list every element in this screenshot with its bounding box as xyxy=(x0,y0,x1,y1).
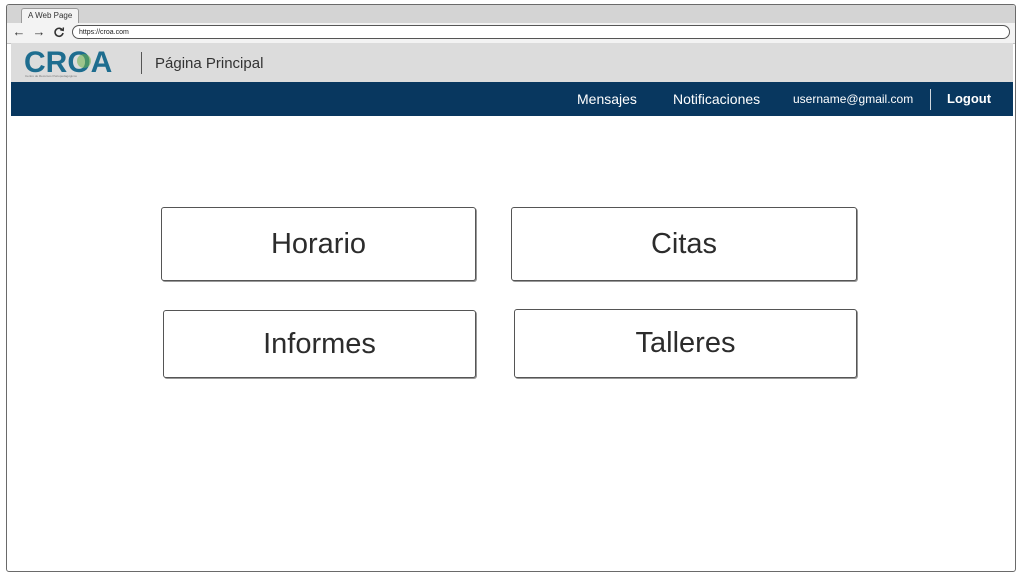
app-header: CROA Centro de Recursos Psicopedagógicos… xyxy=(11,43,1013,82)
top-navbar: Mensajes Notificaciones username@gmail.c… xyxy=(11,82,1013,116)
horario-button[interactable]: Horario xyxy=(161,207,476,281)
arrow-left-icon[interactable]: ← xyxy=(11,24,27,40)
header-divider xyxy=(141,52,142,74)
browser-tab-strip: A Web Page xyxy=(7,5,1015,24)
talleres-label: Talleres xyxy=(635,327,736,359)
arrow-right-icon[interactable]: → xyxy=(31,24,47,40)
croa-logo-graphic: CROA xyxy=(24,46,112,79)
informes-button[interactable]: Informes xyxy=(163,310,476,378)
page-title: Página Principal xyxy=(155,55,264,72)
logout-button[interactable]: Logout xyxy=(947,82,991,116)
citas-button[interactable]: Citas xyxy=(511,207,857,281)
logo-text: CROA xyxy=(24,46,112,76)
reload-icon[interactable] xyxy=(51,24,67,40)
nav-notifications[interactable]: Notificaciones xyxy=(673,82,760,116)
logo-subtitle: Centro de Recursos Psicopedagógicos xyxy=(25,74,77,78)
talleres-button[interactable]: Talleres xyxy=(514,309,857,378)
citas-label: Citas xyxy=(650,227,718,260)
informes-label: Informes xyxy=(263,327,376,360)
browser-window: A Web Page ← → https://croa.com CROA Cen… xyxy=(6,4,1016,572)
url-bar[interactable]: https://croa.com xyxy=(72,25,1010,39)
browser-toolbar: ← → https://croa.com xyxy=(7,23,1015,44)
nav-messages[interactable]: Mensajes xyxy=(577,82,637,116)
croa-logo[interactable]: CROA Centro de Recursos Psicopedagógicos xyxy=(24,46,128,79)
horario-label: Horario xyxy=(270,227,367,260)
nav-separator xyxy=(930,89,931,110)
user-email[interactable]: username@gmail.com xyxy=(793,82,913,116)
browser-tab[interactable]: A Web Page xyxy=(21,8,80,24)
